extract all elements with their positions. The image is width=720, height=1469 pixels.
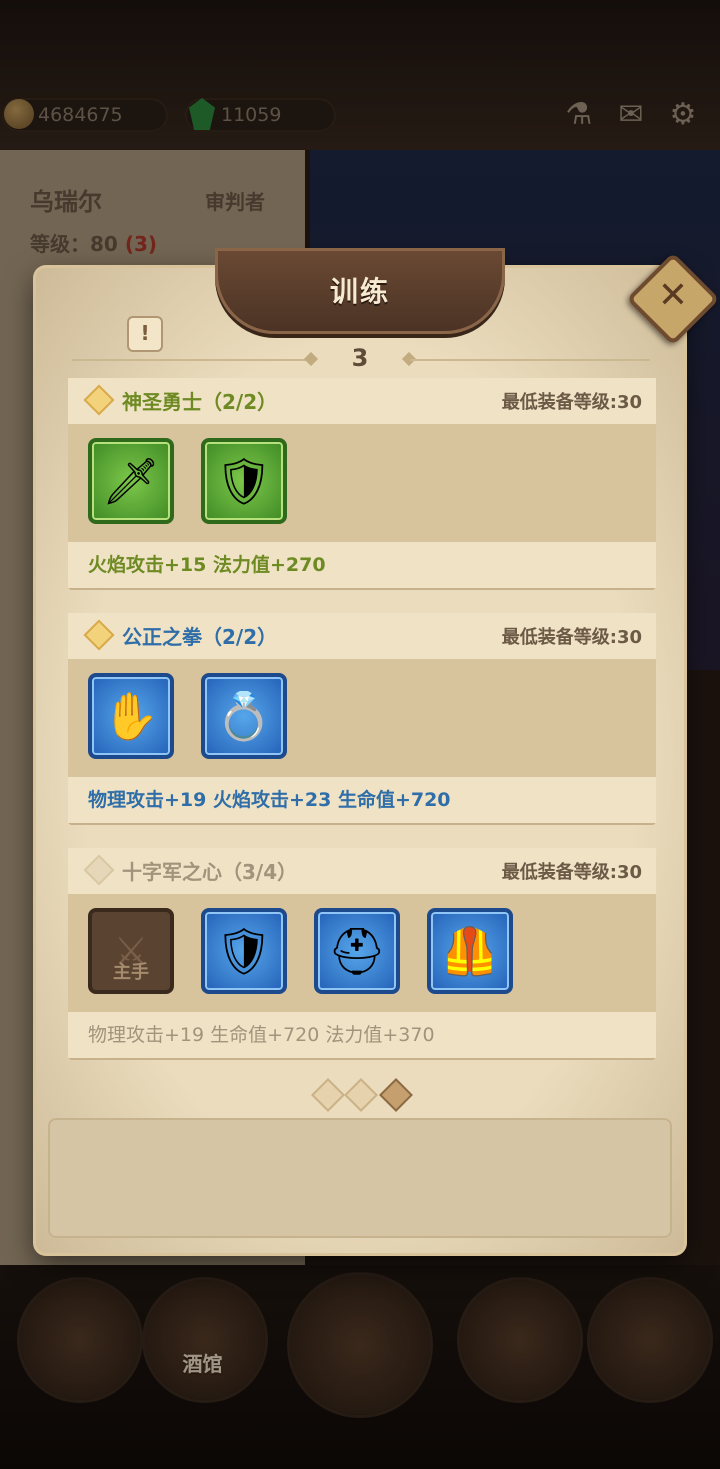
set-header: 公正之拳（2/2） 最低装备等级:30 <box>68 613 656 659</box>
item-slot[interactable]: ✋ <box>88 673 174 759</box>
set-items-row: 🗡 🛡 <box>68 424 656 542</box>
set-inactive-diamond-icon <box>86 857 112 883</box>
set-requirement: 最低装备等级:30 <box>501 627 642 648</box>
set-header: 十字军之心（3/4） 最低装备等级:30 <box>68 848 656 894</box>
set-card-crusader-heart: 十字军之心（3/4） 最低装备等级:30 ⚔ 主手 🛡 ⛑ 🦺 物理攻击+19 … <box>68 848 656 1058</box>
gauntlet-icon: ✋ <box>102 689 160 743</box>
set-items-row: ✋ 💍 <box>68 659 656 777</box>
item-slot[interactable]: 🛡 <box>201 908 287 994</box>
set-name: 十字军之心（3/4） <box>122 860 298 884</box>
page-number: 3 <box>351 344 369 372</box>
set-card-fist-of-justice: 公正之拳（2/2） 最低装备等级:30 ✋ 💍 物理攻击+19 火焰攻击+23 … <box>68 613 656 823</box>
close-icon[interactable]: ✕ <box>640 266 706 332</box>
set-items-row: ⚔ 主手 🛡 ⛑ 🦺 <box>68 894 656 1012</box>
helmet-icon: ⛑ <box>327 924 387 978</box>
set-card-holy-warrior: 神圣勇士（2/2） 最低装备等级:30 🗡 🛡 火焰攻击+15 法力值+270 <box>68 378 656 588</box>
set-bonus: 物理攻击+19 生命值+720 法力值+370 <box>68 1012 656 1058</box>
chest-armor-icon: 🦺 <box>441 924 499 978</box>
sword-icon: 🗡 <box>101 454 161 508</box>
info-button[interactable]: ! <box>127 316 163 352</box>
set-active-diamond-icon <box>86 387 112 413</box>
set-active-diamond-icon <box>86 622 112 648</box>
set-header: 神圣勇士（2/2） 最低装备等级:30 <box>68 378 656 424</box>
dialog-title: 训练 <box>329 275 390 308</box>
kite-shield-icon: 🛡 <box>214 924 274 978</box>
set-bonus: 火焰攻击+15 法力值+270 <box>68 542 656 588</box>
description-panel <box>48 1118 672 1238</box>
item-slot[interactable]: 🛡 <box>201 438 287 524</box>
set-bonus: 物理攻击+19 火焰攻击+23 生命值+720 <box>68 777 656 823</box>
divider-right <box>410 359 650 361</box>
round-shield-icon: 🛡 <box>214 454 274 508</box>
set-name: 公正之拳（2/2） <box>122 625 278 649</box>
item-slot[interactable]: ⛑ <box>314 908 400 994</box>
eye-ring-icon: 💍 <box>215 689 273 743</box>
item-slot[interactable]: 💍 <box>201 673 287 759</box>
divider-left <box>72 359 312 361</box>
set-requirement: 最低装备等级:30 <box>501 392 642 413</box>
set-requirement: 最低装备等级:30 <box>501 862 642 883</box>
set-name: 神圣勇士（2/2） <box>122 390 278 414</box>
slot-label: 主手 <box>113 962 149 983</box>
item-slot-empty[interactable]: ⚔ 主手 <box>88 908 174 994</box>
item-slot[interactable]: 🦺 <box>427 908 513 994</box>
item-slot[interactable]: 🗡 <box>88 438 174 524</box>
